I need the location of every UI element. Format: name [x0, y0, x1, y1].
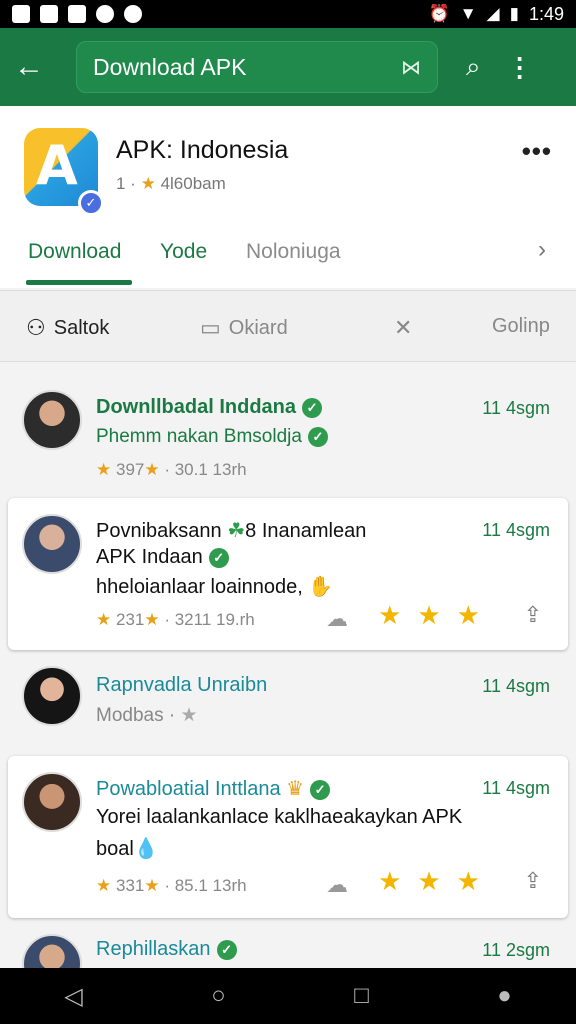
hand-icon: ✋ [308, 576, 334, 598]
close-icon[interactable]: ⋈ [401, 55, 421, 80]
app-bar: ← Download APK ⋈ ⌕ ⋮ [0, 28, 576, 106]
signal-icon: ◢ [486, 4, 500, 23]
filter-label: Golinp [492, 315, 550, 337]
shield-icon [124, 5, 142, 23]
item-line: Yorei laalankanlace kaklhaeakaykan APK [96, 806, 463, 828]
app-more-button[interactable]: ••• [522, 136, 552, 167]
back-arrow-icon[interactable]: ← [14, 50, 62, 84]
list-item[interactable]: Rapnvadla Unraibn 11 4sgm Modbas · ★ [0, 658, 576, 752]
star-icon: ★ [96, 610, 112, 629]
item-meta: ★ 231★ · 3211 19.rh [96, 610, 255, 629]
verified-badge-icon: ✓ [78, 190, 104, 216]
star-icon: ★ [140, 174, 156, 193]
clock: 1:49 [528, 3, 564, 24]
shuffle-icon: ✕ [394, 315, 413, 340]
item-time: 11 4sgm [482, 676, 550, 696]
reaction-icon[interactable]: ☁ [326, 606, 348, 632]
item-line: hheloianlaar loainnode, ✋ [96, 576, 334, 598]
battery-icon: ▮ [509, 4, 519, 23]
app-subtitle-text: 4l60bam [160, 174, 226, 193]
share-icon[interactable]: ⇪ [524, 602, 542, 628]
item-meta: ★ 397★ · 30.1 13rh [96, 460, 247, 479]
list-item[interactable]: Downllbadal Inddana ✓ 11 4sgm Phemm nakan… [0, 380, 576, 490]
list-item[interactable]: Rephillaskan ✓ 11 2sgm [0, 926, 576, 968]
tab-noloniuga[interactable]: Noloniuga [246, 240, 341, 264]
item-name: Rapnvadla Unraibn [96, 674, 268, 696]
avatar [22, 666, 82, 726]
rating-stars: ★★★ [378, 600, 496, 630]
verified-check-icon: ✓ [307, 426, 328, 447]
item-time: 11 4sgm [482, 398, 550, 418]
app-logo-glyph: A [36, 134, 78, 197]
avatar [22, 772, 82, 832]
verified-check-icon: ✓ [302, 397, 323, 418]
notification-icon [12, 5, 30, 23]
status-bar: ⏰ ▼ ◢ ▮ 1:49 [0, 0, 576, 28]
item-time: 11 4sgm [482, 778, 550, 798]
wifi-icon: ▼ [459, 4, 477, 23]
item-name: Powabloatial Inttlana ♛ ✓ [96, 776, 331, 801]
avatar [22, 390, 82, 450]
drop-icon: 💧 [133, 838, 159, 860]
alarm-icon: ⏰ [428, 4, 450, 23]
location-icon [96, 5, 114, 23]
item-line: APK Indaan ✓ [96, 546, 229, 569]
star-icon: ★ [96, 460, 112, 479]
home-icon[interactable]: ○ [211, 982, 226, 1010]
item-subtitle: Phemm nakan Bmsoldja ✓ [96, 426, 328, 448]
account-icon[interactable]: ● [497, 982, 512, 1010]
share-icon[interactable]: ⇪ [524, 868, 542, 894]
star-icon: ★ [96, 876, 112, 895]
back-icon[interactable]: ◁ [64, 982, 82, 1011]
image-icon [68, 5, 86, 23]
verified-check-icon: ✓ [208, 547, 229, 568]
recents-icon[interactable]: □ [354, 982, 369, 1010]
item-name: Downllbadal Inddana ✓ [96, 396, 323, 419]
avatar [22, 934, 82, 968]
item-meta: ★ 331★ · 85.1 13rh [96, 876, 247, 895]
search-text: Download APK [93, 53, 247, 80]
mail-icon [40, 5, 58, 23]
crown-icon: ♛ [286, 778, 305, 800]
tab-indicator [26, 280, 132, 285]
filter-shuffle[interactable]: ✕ [394, 315, 412, 341]
tab-yode[interactable]: Yode [160, 240, 207, 264]
app-subtitle: 1 · ★ 4l60bam [116, 174, 226, 194]
app-header-card: A ✓ Download Yode Noloniuga › [0, 106, 576, 288]
monitor-icon: ▭ [200, 315, 221, 340]
filter-label: Okiard [228, 316, 288, 339]
filter-okiard[interactable]: ▭ Okiard [200, 315, 288, 341]
tab-bar: Download Yode Noloniuga › [0, 236, 576, 288]
item-line: boal💧 [96, 838, 159, 860]
filter-saltok[interactable]: ⚇ Saltok [26, 315, 109, 341]
system-nav-bar: ◁ ○ □ ● [0, 968, 576, 1024]
chevron-right-icon[interactable]: › [538, 236, 546, 264]
tab-download[interactable]: Download [28, 240, 121, 264]
star-icon: ★ [180, 705, 198, 726]
reaction-icon[interactable]: ☁ [326, 872, 348, 898]
more-vert-icon[interactable]: ⋮ [507, 52, 533, 83]
app-subtitle-prefix: 1 · [116, 174, 136, 193]
list-item[interactable]: Powabloatial Inttlana ♛ ✓ 11 4sgm Yorei l… [8, 756, 568, 918]
item-subtitle: Modbas · ★ [96, 705, 198, 726]
rating-stars: ★★★ [378, 866, 496, 896]
app-title: APK: Indonesia [116, 136, 289, 164]
search-input[interactable]: Download APK ⋈ [76, 41, 438, 93]
list-item[interactable]: Povnibaksann ☘8 Inanamlean 11 4sgm APK I… [8, 498, 568, 650]
item-name: Povnibaksann ☘8 Inanamlean [96, 520, 367, 542]
filter-golinp[interactable]: Golinp [492, 315, 550, 338]
person-icon: ⚇ [26, 315, 46, 340]
plant-icon: ☘ [227, 520, 246, 542]
item-name: Rephillaskan ✓ [96, 938, 237, 961]
filter-bar: ⚇ Saltok ▭ Okiard ✕ Golinp [0, 290, 576, 362]
verified-check-icon: ✓ [310, 779, 331, 800]
item-time: 11 4sgm [482, 520, 550, 540]
item-time: 11 2sgm [482, 940, 550, 960]
verified-check-icon: ✓ [216, 939, 237, 960]
avatar [22, 514, 82, 574]
search-icon[interactable]: ⌕ [466, 51, 481, 83]
filter-label: Saltok [53, 316, 110, 339]
